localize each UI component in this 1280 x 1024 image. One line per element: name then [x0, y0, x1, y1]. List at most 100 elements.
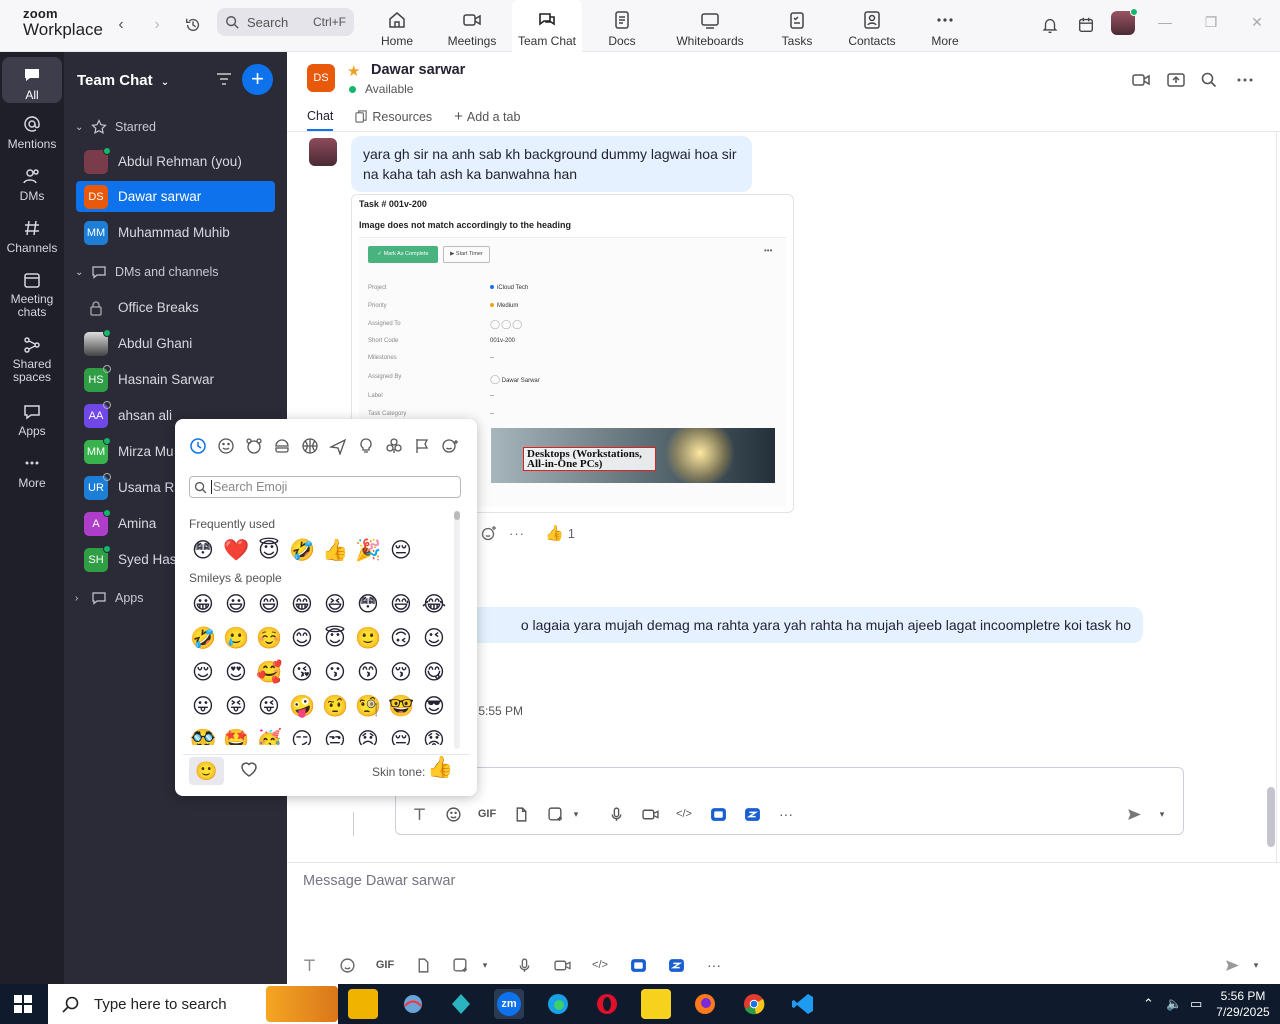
smiley-icon[interactable] [216, 436, 236, 456]
emoji-button[interactable]: 🧐 [355, 693, 381, 719]
emoji-button[interactable]: 😜 [256, 693, 282, 719]
rail-mentions[interactable]: Mentions [2, 114, 62, 151]
message-input[interactable]: Message Dawar sarwar [303, 873, 455, 889]
file-explorer-icon[interactable] [348, 989, 378, 1019]
emoji-button[interactable]: 😍 [223, 659, 249, 685]
chevron-down-icon[interactable]: ▾ [566, 804, 586, 824]
send-icon[interactable] [1222, 955, 1242, 975]
zoom-app-icon[interactable]: zm [494, 989, 524, 1019]
sidebar-title[interactable]: Team Chat ⌄ [77, 72, 169, 89]
section-starred[interactable]: ⌄ Starred [75, 119, 156, 135]
firefox-browser-icon[interactable] [690, 989, 720, 1019]
emoji-button[interactable]: 😳 [355, 591, 381, 617]
chat-row-abdul-ghani[interactable]: Abdul Ghani [76, 328, 275, 359]
gif-icon[interactable]: GIF [477, 804, 497, 824]
rail-dms[interactable]: DMs [2, 166, 62, 203]
heart-icon[interactable] [239, 759, 259, 779]
add-reaction-icon[interactable] [481, 525, 497, 541]
tab-resources[interactable]: Resources [355, 108, 432, 131]
emoji-button[interactable]: 😂 [421, 591, 447, 617]
emoji-button[interactable]: 😇 [322, 625, 348, 651]
tab-team-chat[interactable]: Team Chat [512, 0, 582, 52]
more-icon[interactable]: ··· [776, 804, 796, 824]
send-icon[interactable] [1124, 804, 1144, 824]
emoji-button[interactable]: 😆 [322, 591, 348, 617]
taskbar-clock[interactable]: 5:56 PM 7/29/2025 [1213, 988, 1273, 1020]
rail-more[interactable]: More [2, 453, 62, 490]
screenshot-icon[interactable] [450, 955, 470, 975]
tab-contacts[interactable]: Contacts [837, 0, 907, 52]
emoji-button[interactable]: 😝 [223, 693, 249, 719]
tab-meetings[interactable]: Meetings [437, 0, 507, 52]
star-icon[interactable]: ★ [347, 62, 360, 80]
emoji-button[interactable]: 🥰 [256, 659, 282, 685]
emoji-icon[interactable] [443, 804, 463, 824]
objects-icon[interactable] [356, 436, 376, 456]
tray-chevron-icon[interactable]: ⌃ [1143, 996, 1154, 1012]
emoji-tab-smiley[interactable]: 🙂 [189, 757, 224, 785]
emoji-button[interactable]: 😔 [388, 537, 414, 563]
chat-scrollbar[interactable] [1267, 787, 1275, 847]
app-icon-1[interactable] [708, 804, 728, 824]
emoji-button[interactable]: 😉 [421, 625, 447, 651]
tab-whiteboards[interactable]: Whiteboards [671, 0, 749, 52]
emoji-button[interactable]: 😃 [223, 591, 249, 617]
file-icon[interactable] [413, 955, 433, 975]
gif-icon[interactable]: GIF [375, 955, 395, 975]
screenshot-icon[interactable] [545, 804, 565, 824]
bell-icon[interactable] [1037, 12, 1063, 38]
emoji-button[interactable]: 🤓 [388, 693, 414, 719]
emoji-button[interactable]: 😏 [289, 727, 315, 745]
emoji-button[interactable]: ❤️ [223, 537, 249, 563]
emoji-button[interactable]: 🤣 [289, 537, 315, 563]
rail-channels[interactable]: Channels [2, 218, 62, 255]
tab-add[interactable]: + Add a tab [454, 108, 520, 131]
taskbar-search[interactable]: Type here to search [48, 984, 338, 1024]
code-icon[interactable]: </> [674, 804, 694, 824]
emoji-button[interactable]: 🤩 [223, 727, 249, 745]
emoji-button[interactable]: 😞 [355, 727, 381, 745]
emoji-button[interactable]: 🤣 [190, 625, 216, 651]
tab-home[interactable]: Home [362, 0, 432, 52]
emoji-button[interactable]: 😌 [190, 659, 216, 685]
more-icon[interactable]: ··· [704, 955, 724, 975]
microphone-icon[interactable] [606, 804, 626, 824]
activity-icon[interactable] [300, 436, 320, 456]
maximize-icon[interactable]: ❐ [1203, 14, 1219, 30]
travel-icon[interactable] [328, 436, 348, 456]
app-icon[interactable] [446, 989, 476, 1019]
back-arrow-icon[interactable]: ‹ [108, 12, 134, 38]
animal-icon[interactable] [244, 436, 264, 456]
emoji-button[interactable]: 😎 [421, 693, 447, 719]
chrome-browser-icon[interactable] [739, 989, 769, 1019]
emoji-button[interactable]: 😙 [355, 659, 381, 685]
emoji-button[interactable]: 🥲 [223, 625, 249, 651]
emoji-button[interactable]: 😛 [190, 693, 216, 719]
emoji-button[interactable]: 😋 [421, 659, 447, 685]
app-icon[interactable] [398, 989, 428, 1019]
emoji-button[interactable]: 🤪 [289, 693, 315, 719]
tab-tasks[interactable]: Tasks [762, 0, 832, 52]
code-icon[interactable]: </> [590, 955, 610, 975]
rail-meeting-chats[interactable]: Meeting chats [2, 270, 62, 319]
contact-name[interactable]: Dawar sarwar [371, 62, 465, 78]
more-icon[interactable]: ··· [509, 526, 525, 541]
chevron-down-icon[interactable]: ▾ [1246, 955, 1266, 975]
network-icon[interactable]: ▭ [1190, 996, 1202, 1012]
rail-apps[interactable]: Apps [2, 401, 62, 438]
volume-icon[interactable]: 🔈 [1166, 996, 1182, 1012]
emoji-button[interactable]: 😊 [289, 625, 315, 651]
chat-row-muhammad-muhib[interactable]: MM Muhammad Muhib [76, 217, 275, 248]
chat-row-abdul-rehman[interactable]: Abdul Rehman (you) [76, 146, 275, 177]
search-icon[interactable] [1199, 70, 1219, 90]
custom-emoji-icon[interactable] [440, 436, 460, 456]
reply-editor[interactable]: GIF ▾ </> ··· ▾ [395, 767, 1184, 835]
thumbs-up-reaction[interactable]: 👍 [545, 524, 564, 542]
chevron-down-icon[interactable]: ▾ [475, 955, 495, 975]
emoji-button[interactable]: 👍 [322, 537, 348, 563]
food-icon[interactable] [272, 436, 292, 456]
edge-browser-icon[interactable] [543, 989, 573, 1019]
tab-more[interactable]: More [910, 0, 980, 52]
emoji-button[interactable]: 🎉 [355, 537, 381, 563]
minimize-icon[interactable]: — [1157, 14, 1173, 30]
